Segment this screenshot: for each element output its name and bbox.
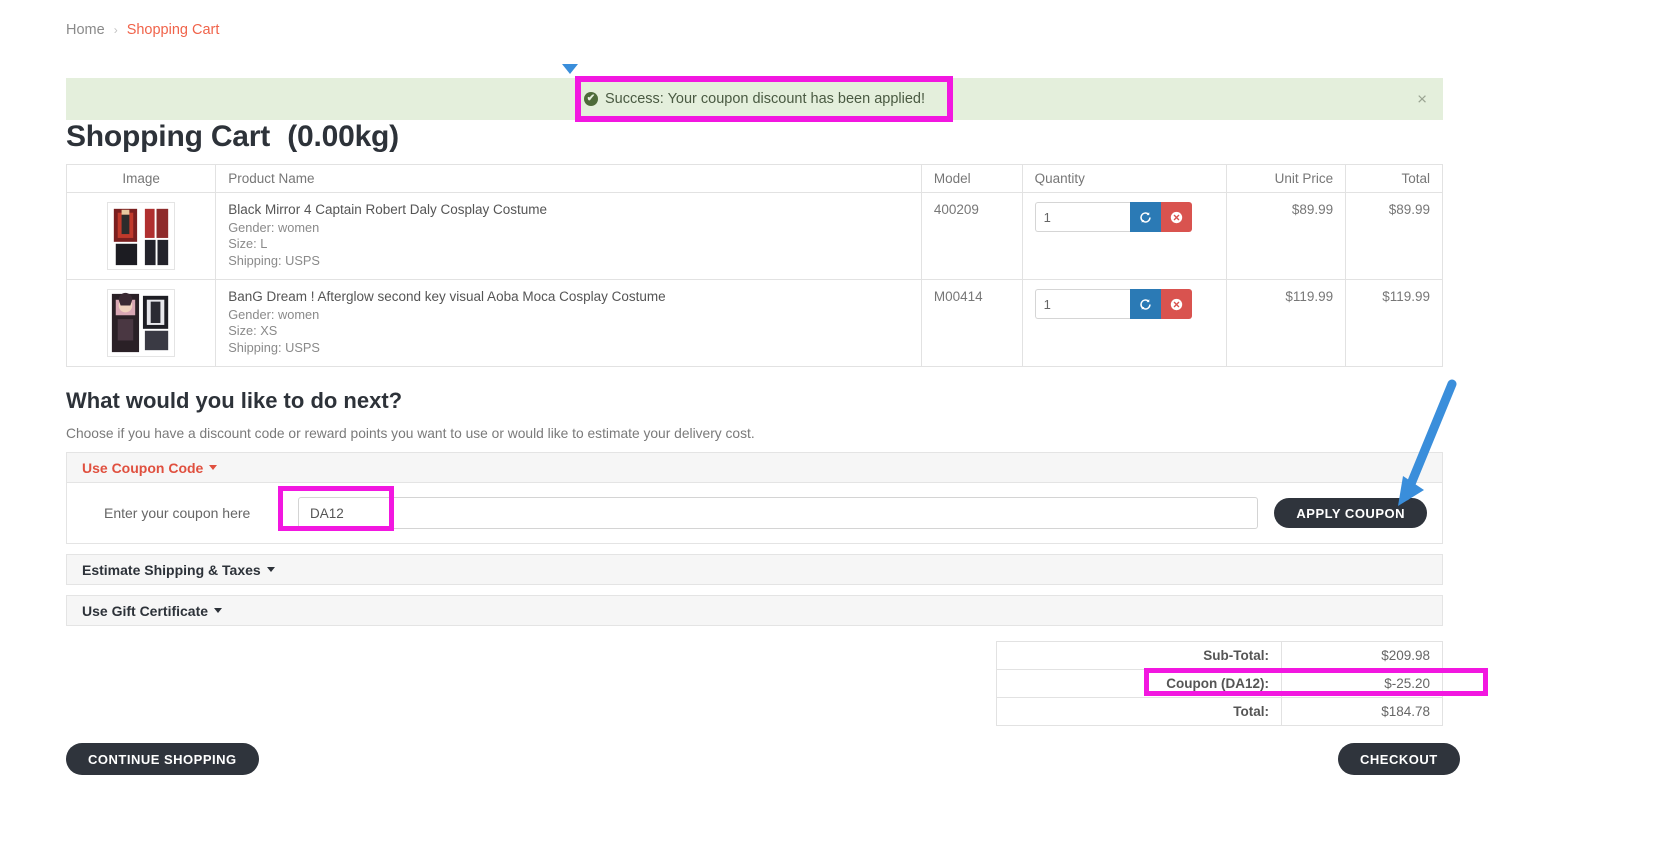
total-label: Total: xyxy=(996,697,1282,726)
chevron-down-icon xyxy=(214,608,223,613)
breadcrumb: Home › Shopping Cart xyxy=(66,22,219,38)
alert-message: Success: Your coupon discount has been a… xyxy=(604,91,926,107)
remove-icon xyxy=(1170,211,1182,223)
product-gender: Gender: women xyxy=(228,220,320,235)
accordion-header-shipping[interactable]: Estimate Shipping & Taxes xyxy=(66,554,1443,585)
quantity-input[interactable] xyxy=(1034,202,1130,232)
success-check-icon: ✔ xyxy=(583,92,598,106)
product-size: Size: L xyxy=(228,236,268,252)
product-quantity-cell xyxy=(1021,279,1228,367)
page-title: Shopping Cart (0.00kg) xyxy=(66,120,399,154)
accordion-header-coupon[interactable]: Use Coupon Code xyxy=(66,452,1443,483)
costume-thumbnail-art xyxy=(108,290,175,356)
accordion-header-gift[interactable]: Use Gift Certificate xyxy=(66,595,1443,626)
product-info-cell: Black Mirror 4 Captain Robert Daly Cospl… xyxy=(215,192,922,280)
product-line-total: $119.99 xyxy=(1345,279,1443,367)
subtotal-value: $209.98 xyxy=(1281,641,1443,670)
accordion-spacer xyxy=(66,585,1443,595)
cart-table-header-row: Image Product Name Model Quantity Unit P… xyxy=(65,164,1443,193)
product-name-link[interactable]: Black Mirror 4 Captain Robert Daly Cospl… xyxy=(228,202,909,217)
remove-item-button[interactable] xyxy=(1160,289,1192,319)
coupon-label: Coupon (DA12): xyxy=(996,669,1282,698)
accordion-header-coupon-label: Use Coupon Code xyxy=(82,459,204,476)
apply-coupon-button[interactable]: APPLY COUPON xyxy=(1274,498,1427,528)
chevron-down-icon xyxy=(209,465,218,470)
quantity-group xyxy=(1034,289,1192,319)
product-unit-price: $119.99 xyxy=(1226,279,1347,367)
cart-table-body: Black Mirror 4 Captain Robert Daly Cospl… xyxy=(65,192,1443,367)
totals-row-total: Total: $184.78 xyxy=(996,697,1443,726)
totals-body: Sub-Total: $209.98 Coupon (DA12): $-25.2… xyxy=(996,641,1443,726)
remove-item-button[interactable] xyxy=(1160,202,1192,232)
checkout-button[interactable]: CHECKOUT xyxy=(1338,743,1460,775)
continue-shopping-button[interactable]: CONTINUE SHOPPING xyxy=(66,743,259,775)
product-gender: Gender: women xyxy=(228,307,320,322)
product-thumbnail[interactable] xyxy=(107,289,176,357)
product-line-total: $89.99 xyxy=(1345,192,1443,280)
header-unit-price: Unit Price xyxy=(1226,164,1347,193)
alert-message-wrap: ✔ Success: Your coupon discount has been… xyxy=(583,91,926,107)
breadcrumb-home-link[interactable]: Home xyxy=(66,22,105,38)
total-value: $184.78 xyxy=(1281,697,1443,726)
refresh-quantity-button[interactable] xyxy=(1129,289,1161,319)
accordion-spacer xyxy=(66,544,1443,554)
coupon-value: $-25.20 xyxy=(1281,669,1443,698)
coupon-input[interactable] xyxy=(298,497,1259,529)
quantity-group xyxy=(1034,202,1192,232)
remove-icon xyxy=(1170,298,1182,310)
product-image-cell xyxy=(65,279,217,367)
product-model: M00414 xyxy=(920,279,1023,367)
header-total: Total xyxy=(1345,164,1443,193)
subtotal-label: Sub-Total: xyxy=(996,641,1282,670)
refresh-icon xyxy=(1139,211,1151,223)
header-model: Model xyxy=(920,164,1023,193)
product-quantity-cell xyxy=(1021,192,1228,280)
accordion-header-shipping-label: Estimate Shipping & Taxes xyxy=(82,561,261,578)
header-image: Image xyxy=(65,164,217,193)
table-row: Black Mirror 4 Captain Robert Daly Cospl… xyxy=(65,192,1443,280)
accordion-header-gift-label: Use Gift Certificate xyxy=(82,602,209,619)
cart-table-head: Image Product Name Model Quantity Unit P… xyxy=(65,164,1443,193)
coupon-field-label: Enter your coupon here xyxy=(104,505,251,521)
cart-weight: (0.00kg) xyxy=(287,120,399,153)
costume-thumbnail-art xyxy=(108,203,175,269)
refresh-icon xyxy=(1139,298,1151,310)
breadcrumb-current: Shopping Cart xyxy=(126,22,220,38)
totals-table: Sub-Total: $209.98 Coupon (DA12): $-25.2… xyxy=(996,641,1443,726)
accordion-body-coupon: Enter your coupon here APPLY COUPON xyxy=(66,483,1443,544)
alert-close-icon[interactable]: × xyxy=(1417,91,1427,108)
header-product-name: Product Name xyxy=(215,164,922,193)
product-model: 400209 xyxy=(920,192,1023,280)
next-section-subtitle: Choose if you have a discount code or re… xyxy=(66,426,755,441)
product-name-link[interactable]: BanG Dream ! Afterglow second key visual… xyxy=(228,289,909,304)
success-alert: ✔ Success: Your coupon discount has been… xyxy=(66,78,1443,120)
next-section-title: What would you like to do next? xyxy=(66,388,403,413)
product-shipping: Shipping: USPS xyxy=(228,252,320,268)
refresh-quantity-button[interactable] xyxy=(1129,202,1161,232)
cart-table: Image Product Name Model Quantity Unit P… xyxy=(65,164,1443,367)
product-unit-price: $89.99 xyxy=(1226,192,1347,280)
cart-options-accordion: Use Coupon Code Enter your coupon here A… xyxy=(66,452,1443,626)
totals-row-coupon: Coupon (DA12): $-25.20 xyxy=(996,669,1443,698)
table-row: BanG Dream ! Afterglow second key visual… xyxy=(65,279,1443,367)
product-size: Size: XS xyxy=(228,323,278,339)
totals-row-subtotal: Sub-Total: $209.98 xyxy=(996,641,1443,670)
product-info-cell: BanG Dream ! Afterglow second key visual… xyxy=(215,279,922,367)
chevron-down-icon xyxy=(266,567,275,572)
product-image-cell xyxy=(65,192,217,280)
product-shipping: Shipping: USPS xyxy=(228,339,320,355)
page-title-text: Shopping Cart xyxy=(66,120,271,153)
product-thumbnail[interactable] xyxy=(107,202,176,270)
shopping-cart-page: Home › Shopping Cart ✔ Success: Your cou… xyxy=(0,0,1660,842)
header-quantity: Quantity xyxy=(1021,164,1228,193)
breadcrumb-separator-icon: › xyxy=(113,23,118,37)
quantity-input[interactable] xyxy=(1034,289,1130,319)
